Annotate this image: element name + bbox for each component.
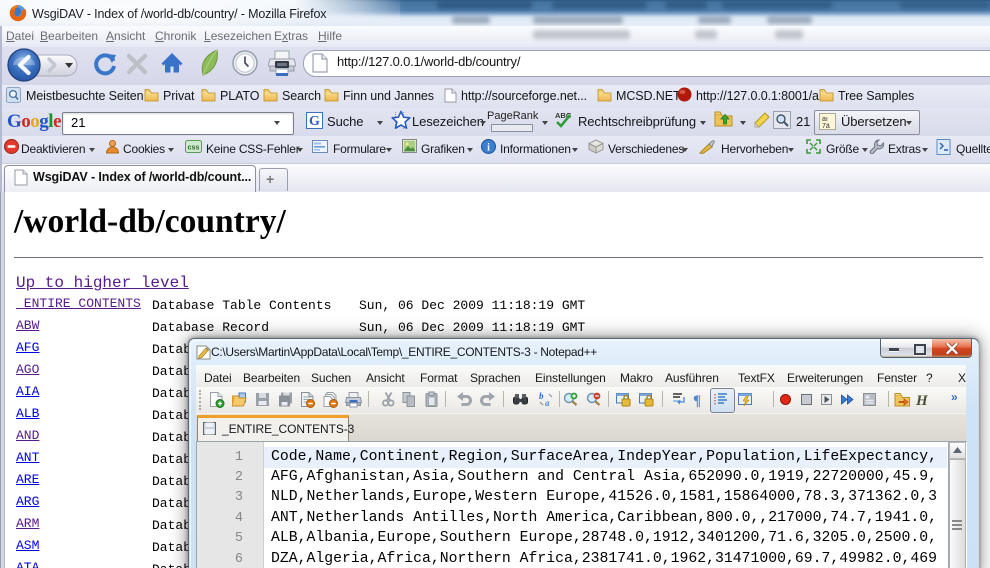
svg-text:i: i (487, 143, 490, 154)
svg-text:b: b (539, 391, 544, 401)
svg-text:¶: ¶ (693, 393, 701, 408)
svg-text:css: css (188, 145, 200, 152)
svg-text:aı: aı (822, 116, 828, 123)
svg-text:G: G (309, 114, 320, 129)
svg-text:7ä: 7ä (822, 123, 830, 130)
svg-text:a: a (545, 398, 550, 408)
svg-text:H: H (915, 393, 929, 408)
